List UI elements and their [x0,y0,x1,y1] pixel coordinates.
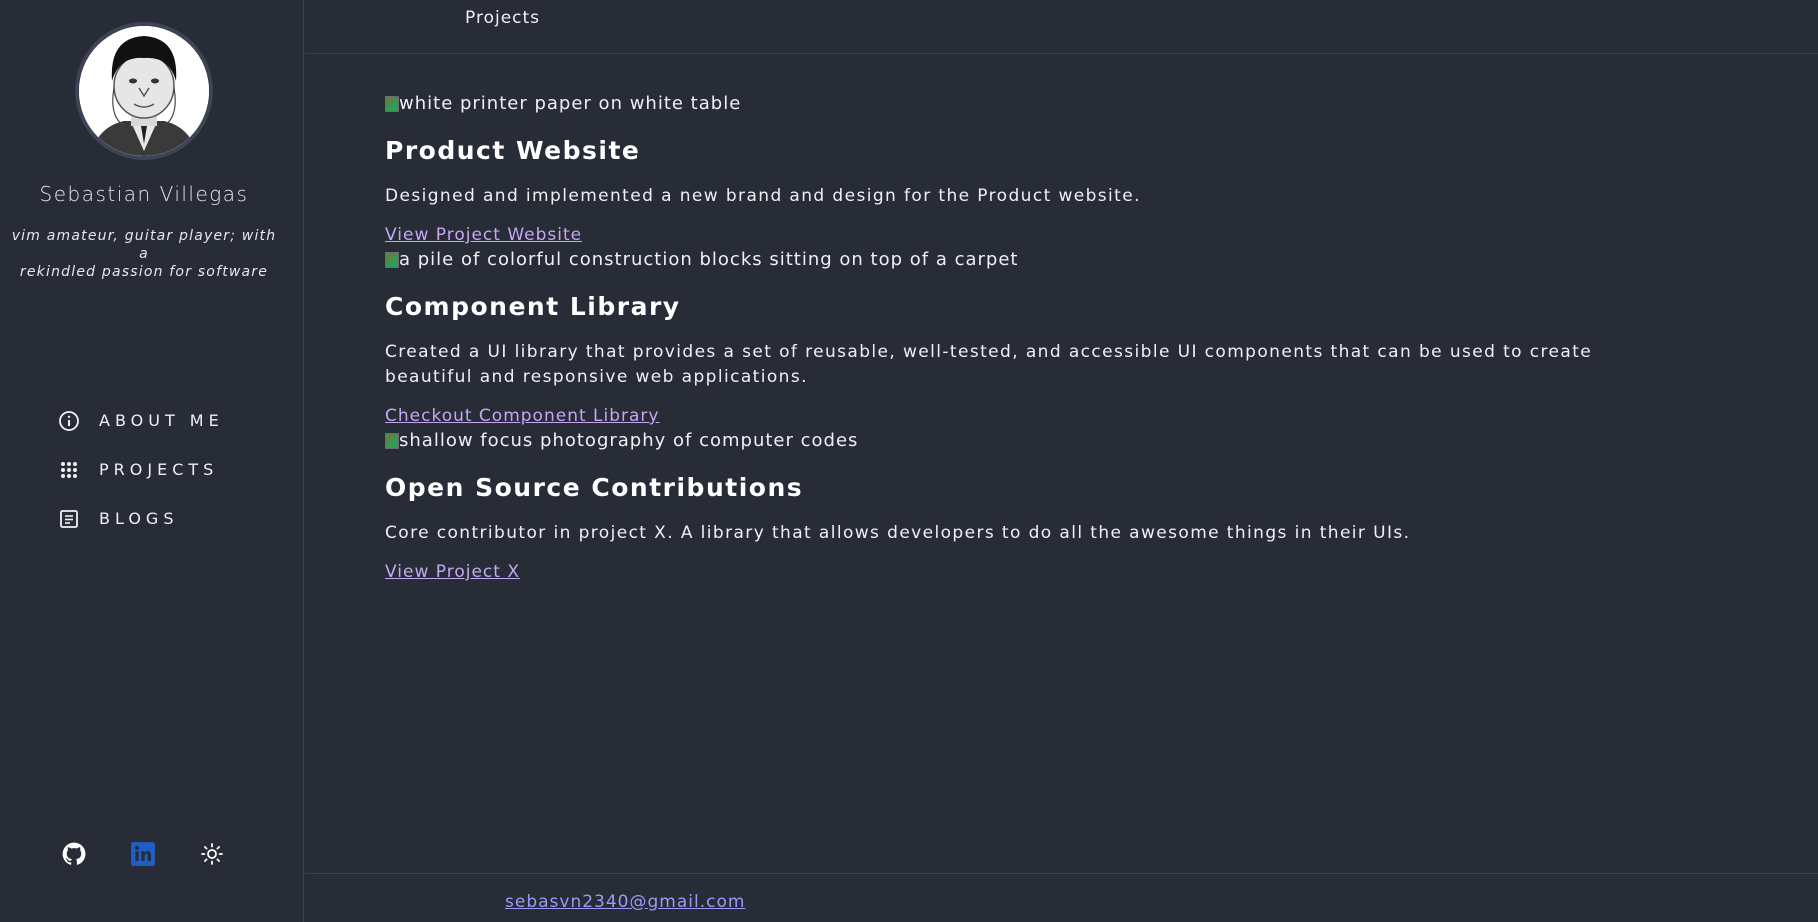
nav-item-blogs[interactable]: BLOGS [57,494,224,543]
info-icon [57,409,81,433]
github-link[interactable] [60,840,88,868]
theme-toggle[interactable] [198,840,226,868]
project-link[interactable]: View Project Website [385,224,582,246]
profile-name: Sebastian Villegas [39,182,249,206]
project-description: Core contributor in project X. A library… [385,523,1411,543]
avatar-illustration [79,26,209,156]
nav-item-projects[interactable]: PROJECTS [57,445,224,494]
project-link[interactable]: View Project X [385,561,520,583]
image-alt-text: a pile of colorful construction blocks s… [399,249,1019,270]
project-card: shallow focus photography of computer co… [385,427,1685,583]
image-alt-text: white printer paper on white table [399,93,742,114]
app-root: Sebastian Villegas vim amateur, guitar p… [0,0,1818,922]
github-icon [62,842,86,865]
project-card: a pile of colorful construction blocks s… [385,246,1685,427]
project-link[interactable]: Checkout Component Library [385,405,659,427]
linkedin-link[interactable] [129,840,157,868]
document-icon [57,507,81,531]
nav-item-about-me[interactable]: ABOUT ME [57,396,224,445]
page-title: Projects [465,8,541,28]
nav-label: BLOGS [99,509,179,528]
broken-image-icon [385,252,399,268]
project-title: Product Website [385,136,641,165]
projects-list: white printer paper on white table Produ… [385,90,1685,583]
sidebar-nav: ABOUT ME PROJECTS BLOGS [57,396,224,543]
nav-label: ABOUT ME [99,411,224,430]
profile-bio-line: vim amateur, guitar player; with a [11,228,277,262]
broken-image-icon [385,433,399,449]
sidebar: Sebastian Villegas vim amateur, guitar p… [0,0,304,922]
project-description: Created a UI library that provides a set… [385,342,1593,387]
project-title: Component Library [385,292,681,321]
image-alt-text: shallow focus photography of computer co… [399,430,859,451]
profile-bio-line: rekindled passion for software [19,264,269,280]
sun-icon [201,843,223,865]
page-header: Projects [305,0,1818,54]
linkedin-icon [131,842,155,866]
social-links [60,840,267,868]
project-image: white printer paper on white table [385,90,1685,118]
project-card: white printer paper on white table Produ… [385,90,1685,246]
page-footer: sebasvn2340@gmail.com [305,873,1818,922]
nav-label: PROJECTS [99,460,219,479]
project-description: Designed and implemented a new brand and… [385,186,1141,206]
project-image: shallow focus photography of computer co… [385,427,1685,455]
avatar [75,22,213,160]
grid-dots-icon [57,458,81,482]
profile-bio: vim amateur, guitar player; with a rekin… [6,227,282,281]
project-image: a pile of colorful construction blocks s… [385,246,1685,274]
project-title: Open Source Contributions [385,473,804,502]
email-link[interactable]: sebasvn2340@gmail.com [505,892,745,912]
broken-image-icon [385,96,399,112]
